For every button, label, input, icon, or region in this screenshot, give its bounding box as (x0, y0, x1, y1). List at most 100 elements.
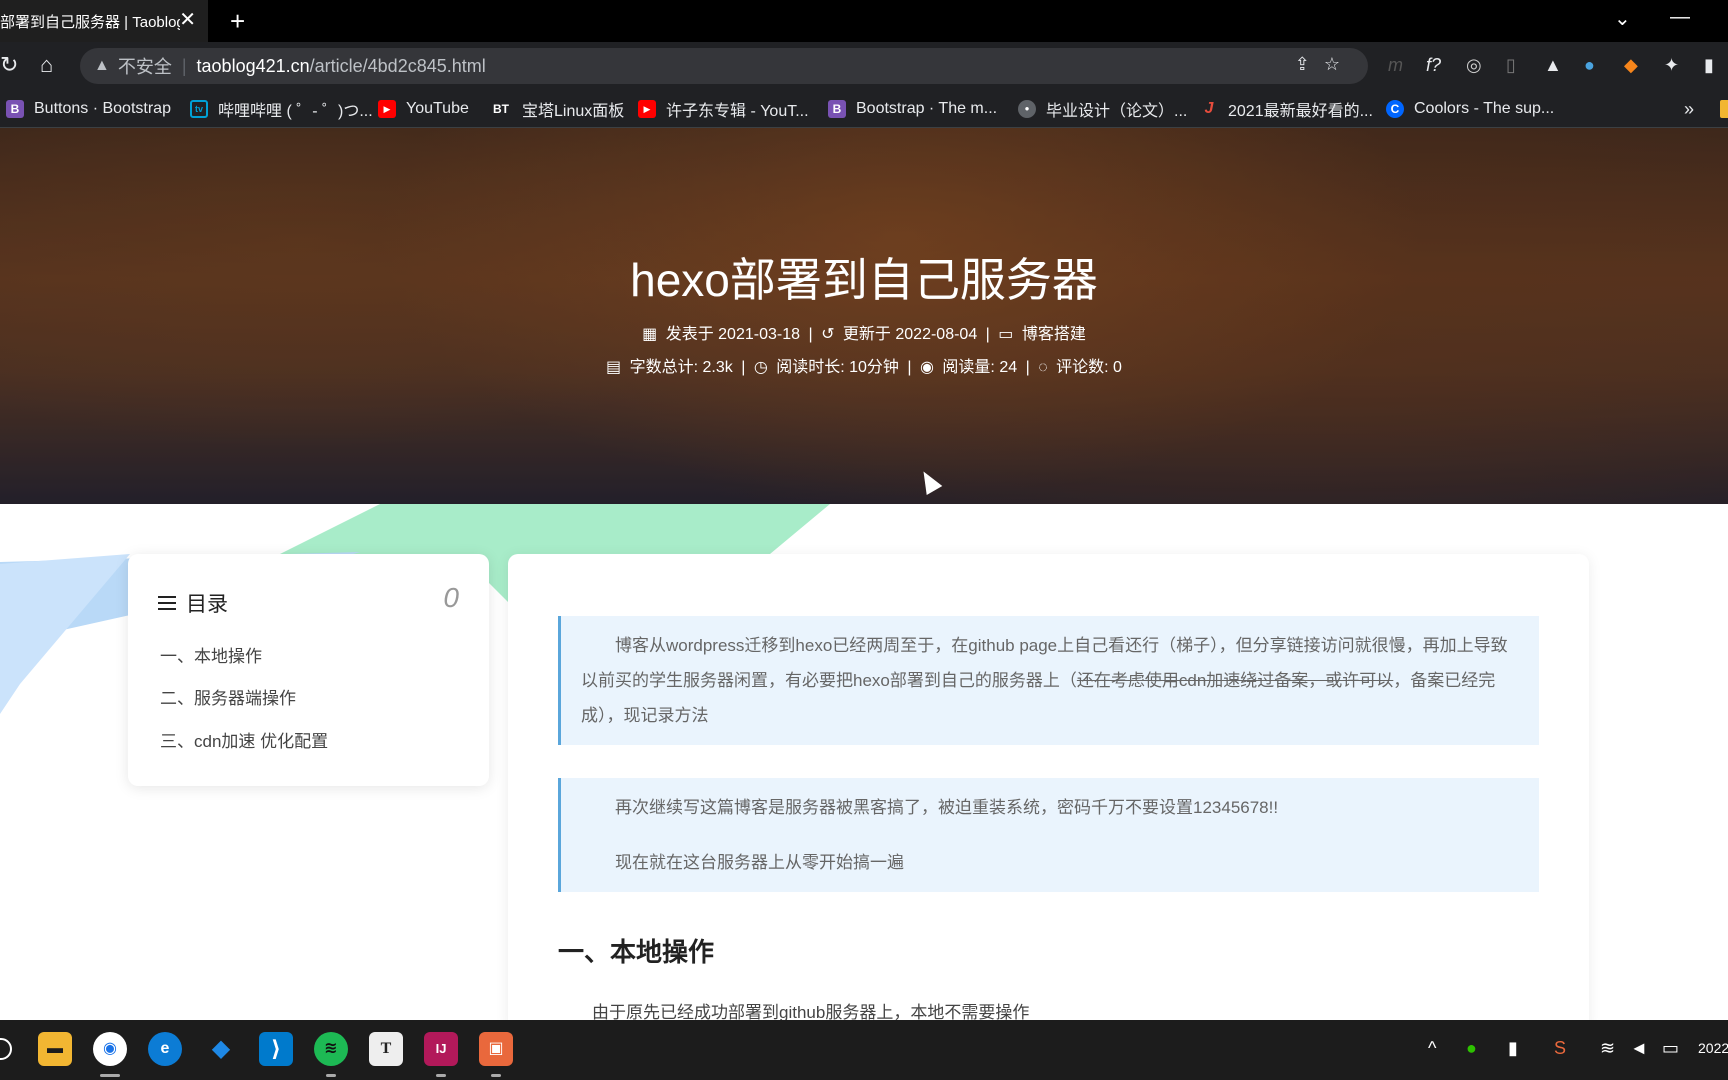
extensions-puzzle-icon[interactable]: ✦ (1664, 54, 1679, 76)
meta-separator: | (808, 326, 813, 343)
address-actions: ⇪☆ (1295, 54, 1354, 75)
meta-separator: | (1025, 359, 1030, 376)
read-time: 阅读时长: 10分钟 (776, 359, 899, 376)
typora-icon[interactable]: T (369, 1032, 403, 1066)
intro-note: 博客从wordpress迁移到hexo已经两周至于，在github page上自… (558, 616, 1539, 745)
extension-m-icon[interactable]: m (1388, 54, 1403, 76)
vscode-icon[interactable]: ⟩ (259, 1032, 293, 1066)
extension-triangle-icon[interactable]: ▲ (1544, 54, 1562, 76)
warning-icon[interactable]: ▲ (94, 57, 110, 75)
toc-header: 目录 (158, 588, 228, 618)
post-meta-stats: ▤ 字数总计: 2.3k | ◷ 阅读时长: 10分钟 | ◉ 阅读量: 24 … (0, 353, 1728, 377)
post-category-link[interactable]: 博客搭建 (1022, 326, 1086, 343)
edge-icon[interactable]: e (148, 1032, 182, 1066)
globe-icon: ● (1018, 100, 1036, 118)
system-clock[interactable]: 2022 (1698, 1040, 1728, 1056)
post-title: hexo部署到自己服务器 (630, 254, 1098, 306)
article-card: 博客从wordpress迁移到hexo已经两周至于，在github page上自… (508, 554, 1589, 1034)
app-icon[interactable]: ▣ (479, 1032, 513, 1066)
file-explorer-icon[interactable]: ▬ (38, 1032, 72, 1066)
bookmark-bootstrap-main[interactable]: B Bootstrap · The m... (828, 98, 997, 120)
toc-item-server[interactable]: 二、服务器端操作 (160, 684, 296, 709)
dolphin-icon[interactable]: ◆ (204, 1032, 238, 1066)
calendar-icon: ▦ (642, 326, 658, 343)
metamask-icon[interactable]: ◆ (1624, 54, 1638, 76)
bookmark-label: Coolors - The sup... (1414, 100, 1555, 117)
chrome-icon[interactable]: ◉ (93, 1032, 127, 1066)
bookmark-coolors[interactable]: C Coolors - The sup... (1386, 98, 1554, 120)
post-meta-dates: ▦ 发表于 2021-03-18 | ↺ 更新于 2022-08-04 | ▭ … (0, 320, 1728, 344)
list-icon (158, 596, 176, 610)
sogou-input-icon[interactable]: S (1554, 1038, 1566, 1059)
bookmark-folder-icon[interactable] (1720, 100, 1728, 118)
bookmark-bilibili[interactable]: tv 哔哩哔哩 ( ゜- ゜)つ... (190, 98, 373, 120)
bookmark-star-icon[interactable]: ☆ (1324, 54, 1354, 74)
wifi-icon[interactable]: ≋ (1600, 1038, 1615, 1059)
bootstrap-icon: B (6, 100, 24, 118)
strikethrough-text: 还在考虑使用cdn加速绕过备案，或许可以 (1076, 671, 1394, 690)
updated-date: 更新于 2022-08-04 (842, 326, 978, 343)
extension-bookmark-icon[interactable]: ▯ (1506, 54, 1516, 76)
bootstrap-icon: B (828, 100, 846, 118)
bookmark-label: YouTube (406, 100, 469, 117)
bookmark-label: Buttons · Bootstrap (34, 100, 171, 117)
side-panel-icon[interactable]: ▮ (1704, 54, 1714, 76)
extension-globe-icon[interactable]: ● (1584, 54, 1595, 76)
banner-overlay (0, 128, 1728, 504)
new-tab-button[interactable]: + (230, 6, 245, 36)
home-icon[interactable]: ⌂ (40, 52, 53, 78)
history-icon: ↺ (821, 326, 835, 343)
toc-item-cdn[interactable]: 三、cdn加速 优化配置 (160, 727, 328, 752)
bookmark-label: 毕业设计（论文）... (1046, 103, 1188, 120)
bookmark-youtube[interactable]: ▶ YouTube (378, 98, 469, 120)
extension-formula-icon[interactable]: f? (1426, 54, 1441, 76)
j-logo-icon: J (1204, 100, 1214, 117)
address-bar[interactable]: ▲ 不安全 | taoblog421.cn /article/4bd2c845.… (80, 48, 1368, 84)
spotify-icon[interactable]: ≋ (314, 1032, 348, 1066)
bookmarks-overflow-button[interactable]: » (1684, 98, 1694, 120)
youtube-icon: ▶ (638, 100, 656, 118)
url-host: taoblog421.cn (196, 55, 310, 76)
minimize-window-button[interactable]: — (1670, 6, 1690, 29)
bookmark-label: 2021最新最好看的... (1228, 103, 1373, 120)
reload-icon[interactable]: ↻ (0, 52, 18, 78)
intro-note-text: 博客从wordpress迁移到hexo已经两周至于，在github page上自… (581, 628, 1521, 733)
share-icon[interactable]: ⇪ (1295, 54, 1324, 74)
toc-title: 目录 (186, 593, 228, 616)
tab-strip: 部署到自己服务器 | Taoblog ✕ + ⌄ — (0, 0, 1728, 42)
bookmark-baota[interactable]: BT 宝塔Linux面板 (490, 98, 624, 120)
volume-icon[interactable]: ◄ (1630, 1038, 1648, 1059)
bookmark-label: 许子东专辑 - YouT... (666, 103, 809, 120)
baota-icon: BT (493, 102, 509, 116)
bilibili-tv-icon: tv (190, 100, 208, 118)
tab-close-icon[interactable]: ✕ (179, 10, 196, 30)
tray-overflow-chevron-icon[interactable]: ^ (1428, 1038, 1436, 1059)
url-path: /article/4bd2c845.html (309, 55, 486, 76)
extension-owl-icon[interactable]: ◎ (1466, 54, 1482, 76)
search-circle-icon[interactable] (0, 1038, 12, 1060)
browser-tab-active[interactable]: 部署到自己服务器 | Taoblog ✕ (0, 0, 208, 42)
bookmark-bootstrap-buttons[interactable]: B Buttons · Bootstrap (6, 98, 171, 120)
microphone-icon[interactable]: ▮ (1508, 1038, 1518, 1059)
view-count: 阅读量: 24 (942, 359, 1018, 376)
published-date: 发表于 2021-03-18 (665, 326, 800, 343)
insecure-label[interactable]: 不安全 (118, 53, 172, 79)
toc-item-local[interactable]: 一、本地操作 (160, 642, 262, 667)
post-header-banner: hexo部署到自己服务器 ▦ 发表于 2021-03-18 | ↺ 更新于 20… (0, 128, 1728, 504)
bookmark-xuzidong[interactable]: ▶ 许子东专辑 - YouT... (638, 98, 809, 120)
bookmark-label: 宝塔Linux面板 (522, 103, 625, 120)
bookmark-label: 哔哩哔哩 ( ゜- ゜)つ... (218, 103, 373, 120)
mint-shape (280, 504, 830, 554)
bookmark-2021-latest[interactable]: J 2021最新最好看的... (1200, 98, 1373, 120)
toc-progress: 0 (443, 582, 459, 613)
tab-search-icon[interactable]: ⌄ (1614, 6, 1631, 31)
intellij-icon[interactable]: IJ (424, 1032, 458, 1066)
bookmark-graduation[interactable]: ● 毕业设计（论文）... (1018, 98, 1187, 120)
battery-icon[interactable]: ▭ (1662, 1038, 1679, 1059)
section-heading-local: 一、本地操作 (558, 937, 715, 967)
meta-separator: | (907, 359, 912, 376)
wechat-icon[interactable]: ● (1466, 1038, 1477, 1059)
bookmark-label: Bootstrap · The m... (856, 100, 998, 117)
meta-separator: | (985, 326, 990, 343)
tab-title: 部署到自己服务器 | Taoblog (0, 13, 180, 31)
